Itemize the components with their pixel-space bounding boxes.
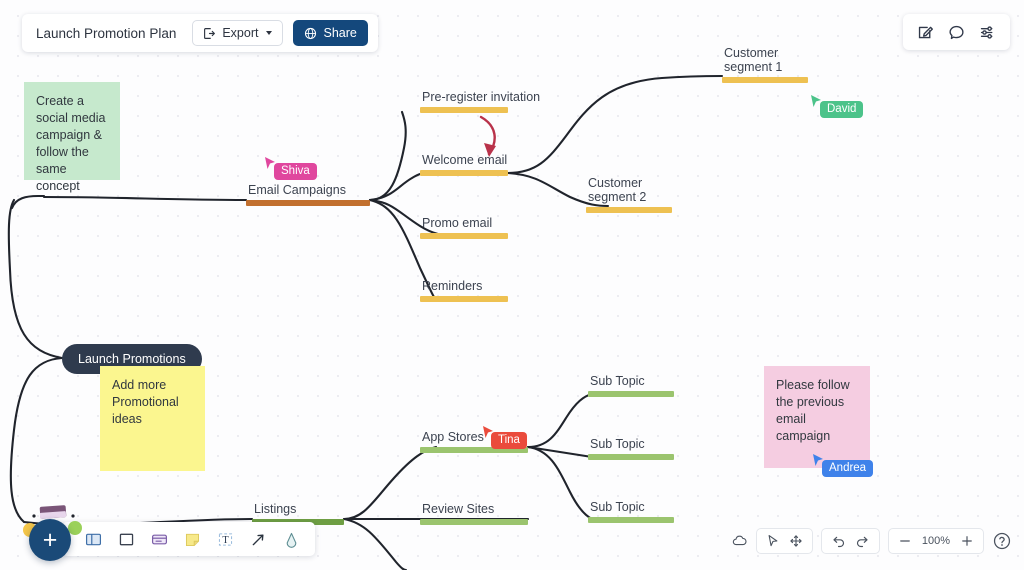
node-welcome-email[interactable]: Welcome email [420,153,508,176]
node-sub-topic-2-bar [588,454,674,460]
cursor-shiva: Shiva [264,156,317,180]
cursor-david: David [810,94,864,118]
sticky-note-yellow-text: Add more Promotional ideas [112,378,179,426]
top-right-toolbar [903,14,1010,50]
node-email-campaigns[interactable]: Email Campaigns [246,183,370,206]
node-sub-topic-2-label: Sub Topic [590,437,645,451]
add-button-label: + [42,525,58,554]
cursor-select-icon[interactable] [766,534,780,548]
arrow-tool-icon[interactable] [249,530,268,549]
node-reminders-label: Reminders [422,279,483,293]
node-customer-segment-2-bar [586,207,672,213]
node-promo-email-bar [420,233,508,239]
zoom-out-icon[interactable] [898,534,912,548]
card-icon[interactable] [150,530,169,549]
node-reminders-bar [420,296,508,302]
cursor-label-tina: Tina [491,432,527,449]
cursor-pointer-icon [483,426,493,438]
cursor-pointer-icon [813,454,823,466]
cursor-label-shiva: Shiva [274,163,317,180]
node-review-sites-label: Review Sites [422,502,495,516]
pan-move-icon[interactable] [789,534,803,548]
sticky-note-yellow[interactable]: Add more Promotional ideas [100,366,205,471]
node-promo-email[interactable]: Promo email [420,216,508,239]
history-group [821,528,880,554]
node-customer-segment-2-label: Customer segment 2 [588,176,647,204]
comment-icon[interactable] [948,24,965,41]
export-button[interactable]: Export [192,20,284,46]
help-icon[interactable] [992,531,1012,551]
node-pre-register-invitation-bar [420,107,508,113]
export-icon [204,27,216,39]
cloud-save-icon[interactable] [731,533,748,550]
svg-text:T: T [222,534,229,545]
edit-icon[interactable] [917,24,934,41]
node-email-campaigns-label: Email Campaigns [248,183,346,197]
sticky-note-pink-text: Please follow the previous email campaig… [776,378,850,443]
document-toolbar: Launch Promotion Plan Export Share [22,14,378,52]
node-sub-topic-1-label: Sub Topic [590,374,645,388]
sticky-note-green[interactable]: Create a social media campaign & follow … [24,82,120,193]
node-welcome-email-label: Welcome email [422,153,508,167]
node-promo-email-label: Promo email [422,216,493,230]
bottom-right-controls: 100% [731,528,1012,554]
export-label: Export [222,26,259,40]
node-pre-register-invitation[interactable]: Pre-register invitation [420,90,541,113]
node-reminders[interactable]: Reminders [420,279,508,302]
node-email-campaigns-bar [246,200,370,206]
add-button[interactable]: + [29,519,71,561]
node-customer-segment-1-label: Customer segment 1 [724,46,783,74]
shape-square-icon[interactable] [117,530,136,549]
zoom-in-icon[interactable] [960,534,974,548]
document-title[interactable]: Launch Promotion Plan [36,26,182,41]
cursor-label-andrea: Andrea [822,460,874,477]
share-button[interactable]: Share [293,20,368,46]
cursor-tina: Tina [482,425,527,449]
undo-icon[interactable] [831,534,846,549]
sticky-note-green-text: Create a social media campaign & follow … [36,94,106,193]
redo-icon[interactable] [855,534,870,549]
cursor-pointer-icon [265,157,275,169]
bottom-left-toolbar: T [62,522,315,556]
pen-tool-icon[interactable] [282,530,301,549]
node-sub-topic-3-bar [588,517,674,523]
node-review-sites-bar [420,519,528,525]
node-customer-segment-2[interactable]: Customer segment 2 [586,176,672,213]
node-pre-register-invitation-label: Pre-register invitation [422,90,541,104]
chevron-down-icon [266,31,273,35]
root-label: Launch Promotions [78,352,186,366]
red-curved-arrow [479,115,496,157]
mindmap-canvas[interactable]: Launch Promotions Email Campaigns Listin… [0,0,1024,570]
node-review-sites[interactable]: Review Sites [420,502,528,525]
settings-sliders-icon[interactable] [979,24,996,41]
globe-icon [305,27,317,39]
node-sub-topic-3-label: Sub Topic [590,500,645,514]
cursor-andrea: Andrea [812,453,874,477]
share-label: Share [323,26,357,40]
zoom-level[interactable]: 100% [921,535,951,547]
node-listings-label: Listings [254,502,297,516]
connector-edges [7,74,724,570]
frame-icon[interactable] [84,530,103,549]
node-sub-topic-1-bar [588,391,674,397]
node-welcome-email-bar [420,170,508,176]
node-sub-topic-1[interactable]: Sub Topic [588,374,674,397]
node-customer-segment-1-bar [722,77,808,83]
zoom-group: 100% [888,528,984,554]
sticky-note-icon[interactable] [183,530,202,549]
node-sub-topic-2[interactable]: Sub Topic [588,437,674,460]
pointer-tools-group [756,528,813,554]
node-sub-topic-3[interactable]: Sub Topic [588,500,674,523]
node-customer-segment-1[interactable]: Customer segment 1 [722,46,808,83]
cursor-pointer-icon [811,95,821,107]
cursor-label-david: David [820,101,864,118]
text-tool-icon[interactable]: T [216,530,235,549]
